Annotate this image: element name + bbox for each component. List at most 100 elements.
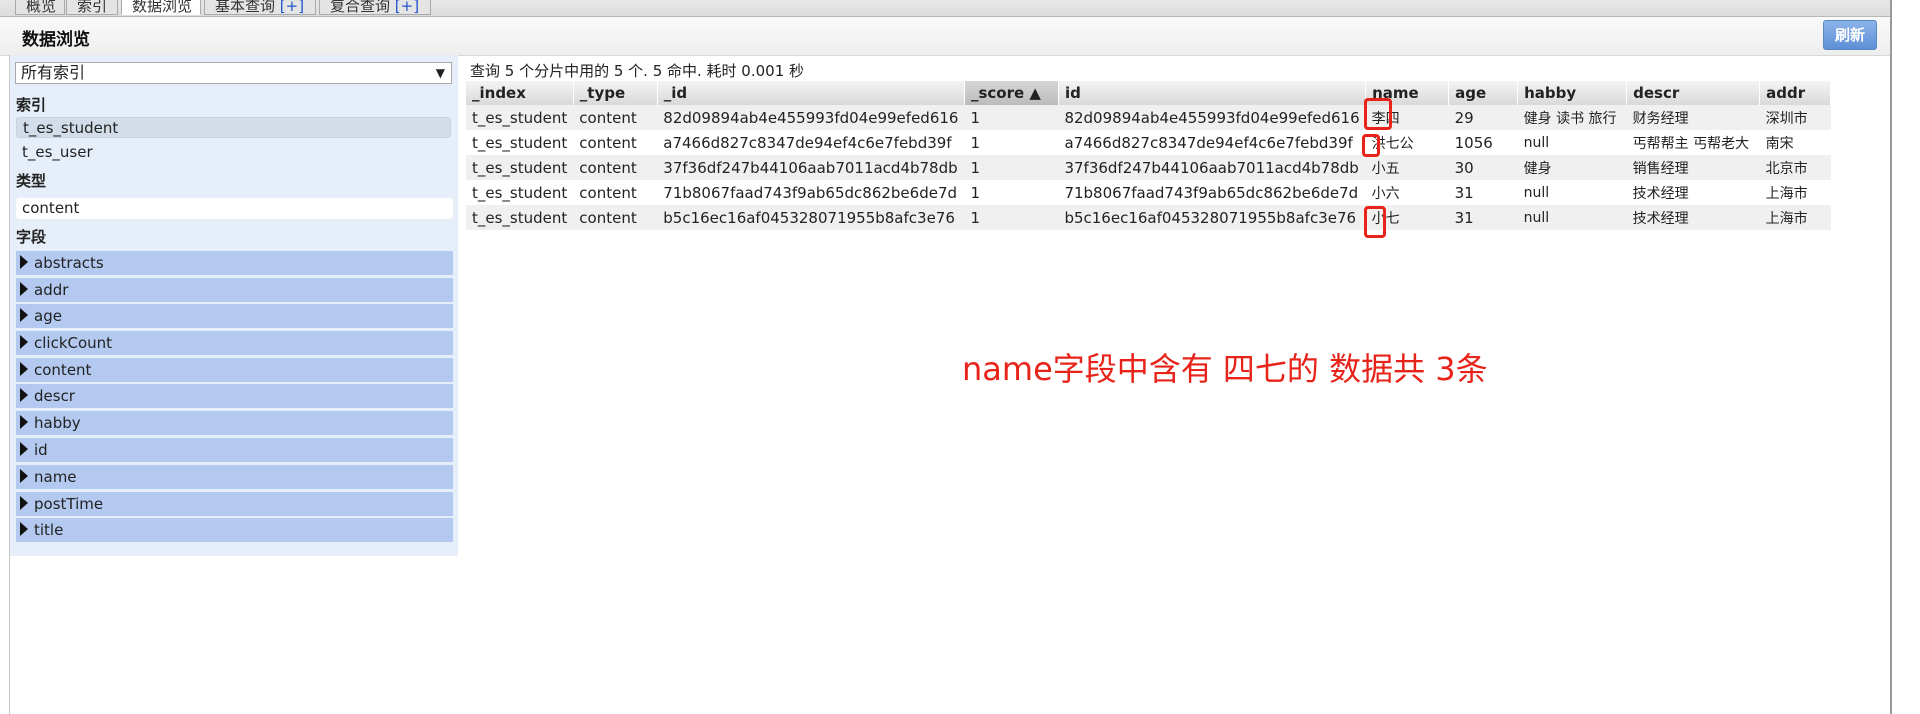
column-header-id[interactable]: id xyxy=(1058,81,1367,105)
section-label-fields: 字段 xyxy=(16,228,47,246)
field-addr[interactable]: addr xyxy=(16,278,453,302)
expand-triangle-icon xyxy=(20,415,28,429)
field-age[interactable]: age xyxy=(16,304,453,328)
table-cell: 上海市 xyxy=(1759,180,1831,205)
table-cell: 上海市 xyxy=(1759,205,1831,230)
add-tab-icon[interactable]: [+] xyxy=(280,0,304,14)
table-cell: b5c16ec16af045328071955b8afc3e76 xyxy=(657,205,965,230)
tab-indices[interactable]: 索引 xyxy=(66,0,118,15)
table-cell: 37f36df247b44106aab7011acd4b78db xyxy=(1058,155,1366,180)
table-cell: 深圳市 xyxy=(1759,105,1831,130)
expand-triangle-icon xyxy=(20,496,28,510)
table-cell: null xyxy=(1517,180,1627,205)
table-cell: b5c16ec16af045328071955b8afc3e76 xyxy=(1058,205,1366,230)
field-clickcount[interactable]: clickCount xyxy=(16,331,453,355)
index-select-value: 所有索引 xyxy=(21,63,86,82)
column-header-descr[interactable]: descr xyxy=(1626,81,1761,105)
field-descr[interactable]: descr xyxy=(16,384,453,408)
window-gutter xyxy=(1892,0,1920,714)
tab-label: 概览 xyxy=(26,0,57,15)
table-cell: t_es_student xyxy=(466,155,574,180)
annotation-text: name字段中含有 四七的 数据共 3条 xyxy=(962,350,1488,388)
table-cell: 71b8067faad743f9ab65dc862be6de7d xyxy=(1058,180,1366,205)
sidebar-item-t-es-student[interactable]: t_es_student xyxy=(16,117,451,138)
table-cell: 37f36df247b44106aab7011acd4b78db xyxy=(657,155,965,180)
table-cell: a7466d827c8347de94ef4c6e7febd39f xyxy=(657,130,965,155)
expand-triangle-icon xyxy=(20,522,28,536)
expand-triangle-icon xyxy=(20,442,28,456)
table-cell: t_es_student xyxy=(466,205,574,230)
table-cell: a7466d827c8347de94ef4c6e7febd39f xyxy=(1058,130,1366,155)
table-row[interactable]: t_es_student content a7466d827c8347de94e… xyxy=(466,130,1831,155)
table-row[interactable]: t_es_student content 71b8067faad743f9ab6… xyxy=(466,180,1831,205)
column-header-habby[interactable]: habby xyxy=(1517,81,1628,105)
field-posttime[interactable]: postTime xyxy=(16,492,453,516)
field-label: content xyxy=(34,361,92,379)
table-row[interactable]: t_es_student content 37f36df247b44106aab… xyxy=(466,155,1831,180)
refresh-button[interactable]: 刷新 xyxy=(1823,20,1877,50)
table-cell: 82d09894ab4e455993fd04e99efed616 xyxy=(1058,105,1366,130)
field-label: postTime xyxy=(34,495,104,513)
table-cell: 小五 xyxy=(1365,155,1449,180)
table-cell: content xyxy=(573,205,658,230)
table-cell: t_es_student xyxy=(466,180,574,205)
column-header-addr[interactable]: addr xyxy=(1759,81,1832,105)
column-header-score[interactable]: _score ▲ xyxy=(964,81,1059,105)
table-row[interactable]: t_es_student content b5c16ec16af04532807… xyxy=(466,205,1831,230)
tab-compound-query[interactable]: 复合查询 [+] xyxy=(319,0,431,15)
table-cell: 财务经理 xyxy=(1626,105,1760,130)
table-cell: 健身 读书 旅行 xyxy=(1517,105,1627,130)
expand-triangle-icon xyxy=(20,335,28,349)
table-cell: 1 xyxy=(964,130,1059,155)
sidebar: 所有索引 ▼ 索引 t_es_student t_es_user 类型 cont… xyxy=(10,55,458,556)
field-habby[interactable]: habby xyxy=(16,411,453,435)
table-cell: content xyxy=(573,130,658,155)
column-header-doc-id[interactable]: _id xyxy=(657,81,965,105)
tab-browser[interactable]: 数据浏览 xyxy=(121,0,201,15)
table-cell: 1 xyxy=(964,105,1059,130)
field-content[interactable]: content xyxy=(16,358,453,382)
tab-basic-query[interactable]: 基本查询 [+] xyxy=(204,0,316,15)
table-row[interactable]: t_es_student content 82d09894ab4e455993f… xyxy=(466,105,1831,130)
field-abstracts[interactable]: abstracts xyxy=(16,251,453,275)
table-cell: 技术经理 xyxy=(1626,180,1760,205)
page-header: 数据浏览 刷新 xyxy=(0,17,1890,56)
section-label-types: 类型 xyxy=(16,172,47,190)
tab-label: 基本查询 xyxy=(215,0,276,15)
index-select[interactable]: 所有索引 ▼ xyxy=(15,62,452,84)
query-summary: 查询 5 个分片中用的 5 个. 5 命中. 耗时 0.001 秒 xyxy=(470,62,805,80)
table-cell: 71b8067faad743f9ab65dc862be6de7d xyxy=(657,180,965,205)
column-header-type[interactable]: _type xyxy=(573,81,658,105)
expand-triangle-icon xyxy=(20,362,28,376)
field-label: clickCount xyxy=(34,334,113,352)
add-tab-icon[interactable]: [+] xyxy=(395,0,419,14)
table-cell: 南宋 xyxy=(1759,130,1831,155)
table-cell: 北京市 xyxy=(1759,155,1831,180)
field-name[interactable]: name xyxy=(16,465,453,489)
field-label: age xyxy=(34,307,62,325)
results-table: _index _type _id _score ▲ id name age ha… xyxy=(466,81,1832,230)
highlight-marker xyxy=(1362,134,1380,157)
table-cell: 31 xyxy=(1448,180,1518,205)
table-cell: 82d09894ab4e455993fd04e99efed616 xyxy=(657,105,965,130)
expand-triangle-icon xyxy=(20,255,28,269)
table-cell: content xyxy=(573,180,658,205)
field-id[interactable]: id xyxy=(16,438,453,462)
field-title[interactable]: title xyxy=(16,518,453,542)
table-cell: 技术经理 xyxy=(1626,205,1760,230)
field-label: title xyxy=(34,521,64,539)
tab-bar: 概览 索引 数据浏览 基本查询 [+] 复合查询 [+] xyxy=(0,0,1890,17)
table-cell: t_es_student xyxy=(466,105,574,130)
tab-label: 复合查询 xyxy=(330,0,391,15)
tab-label: 索引 xyxy=(77,0,108,15)
table-cell: 1056 xyxy=(1448,130,1518,155)
column-header-age[interactable]: age xyxy=(1448,81,1519,105)
table-header-row: _index _type _id _score ▲ id name age ha… xyxy=(466,81,1832,105)
tab-overview[interactable]: 概览 xyxy=(15,0,65,15)
column-header-index[interactable]: _index xyxy=(466,81,574,105)
field-label: addr xyxy=(34,281,69,299)
sidebar-item-t-es-user[interactable]: t_es_user xyxy=(16,142,451,163)
field-label: id xyxy=(34,441,48,459)
table-cell: 1 xyxy=(964,205,1059,230)
sidebar-item-content[interactable]: content xyxy=(16,198,453,219)
